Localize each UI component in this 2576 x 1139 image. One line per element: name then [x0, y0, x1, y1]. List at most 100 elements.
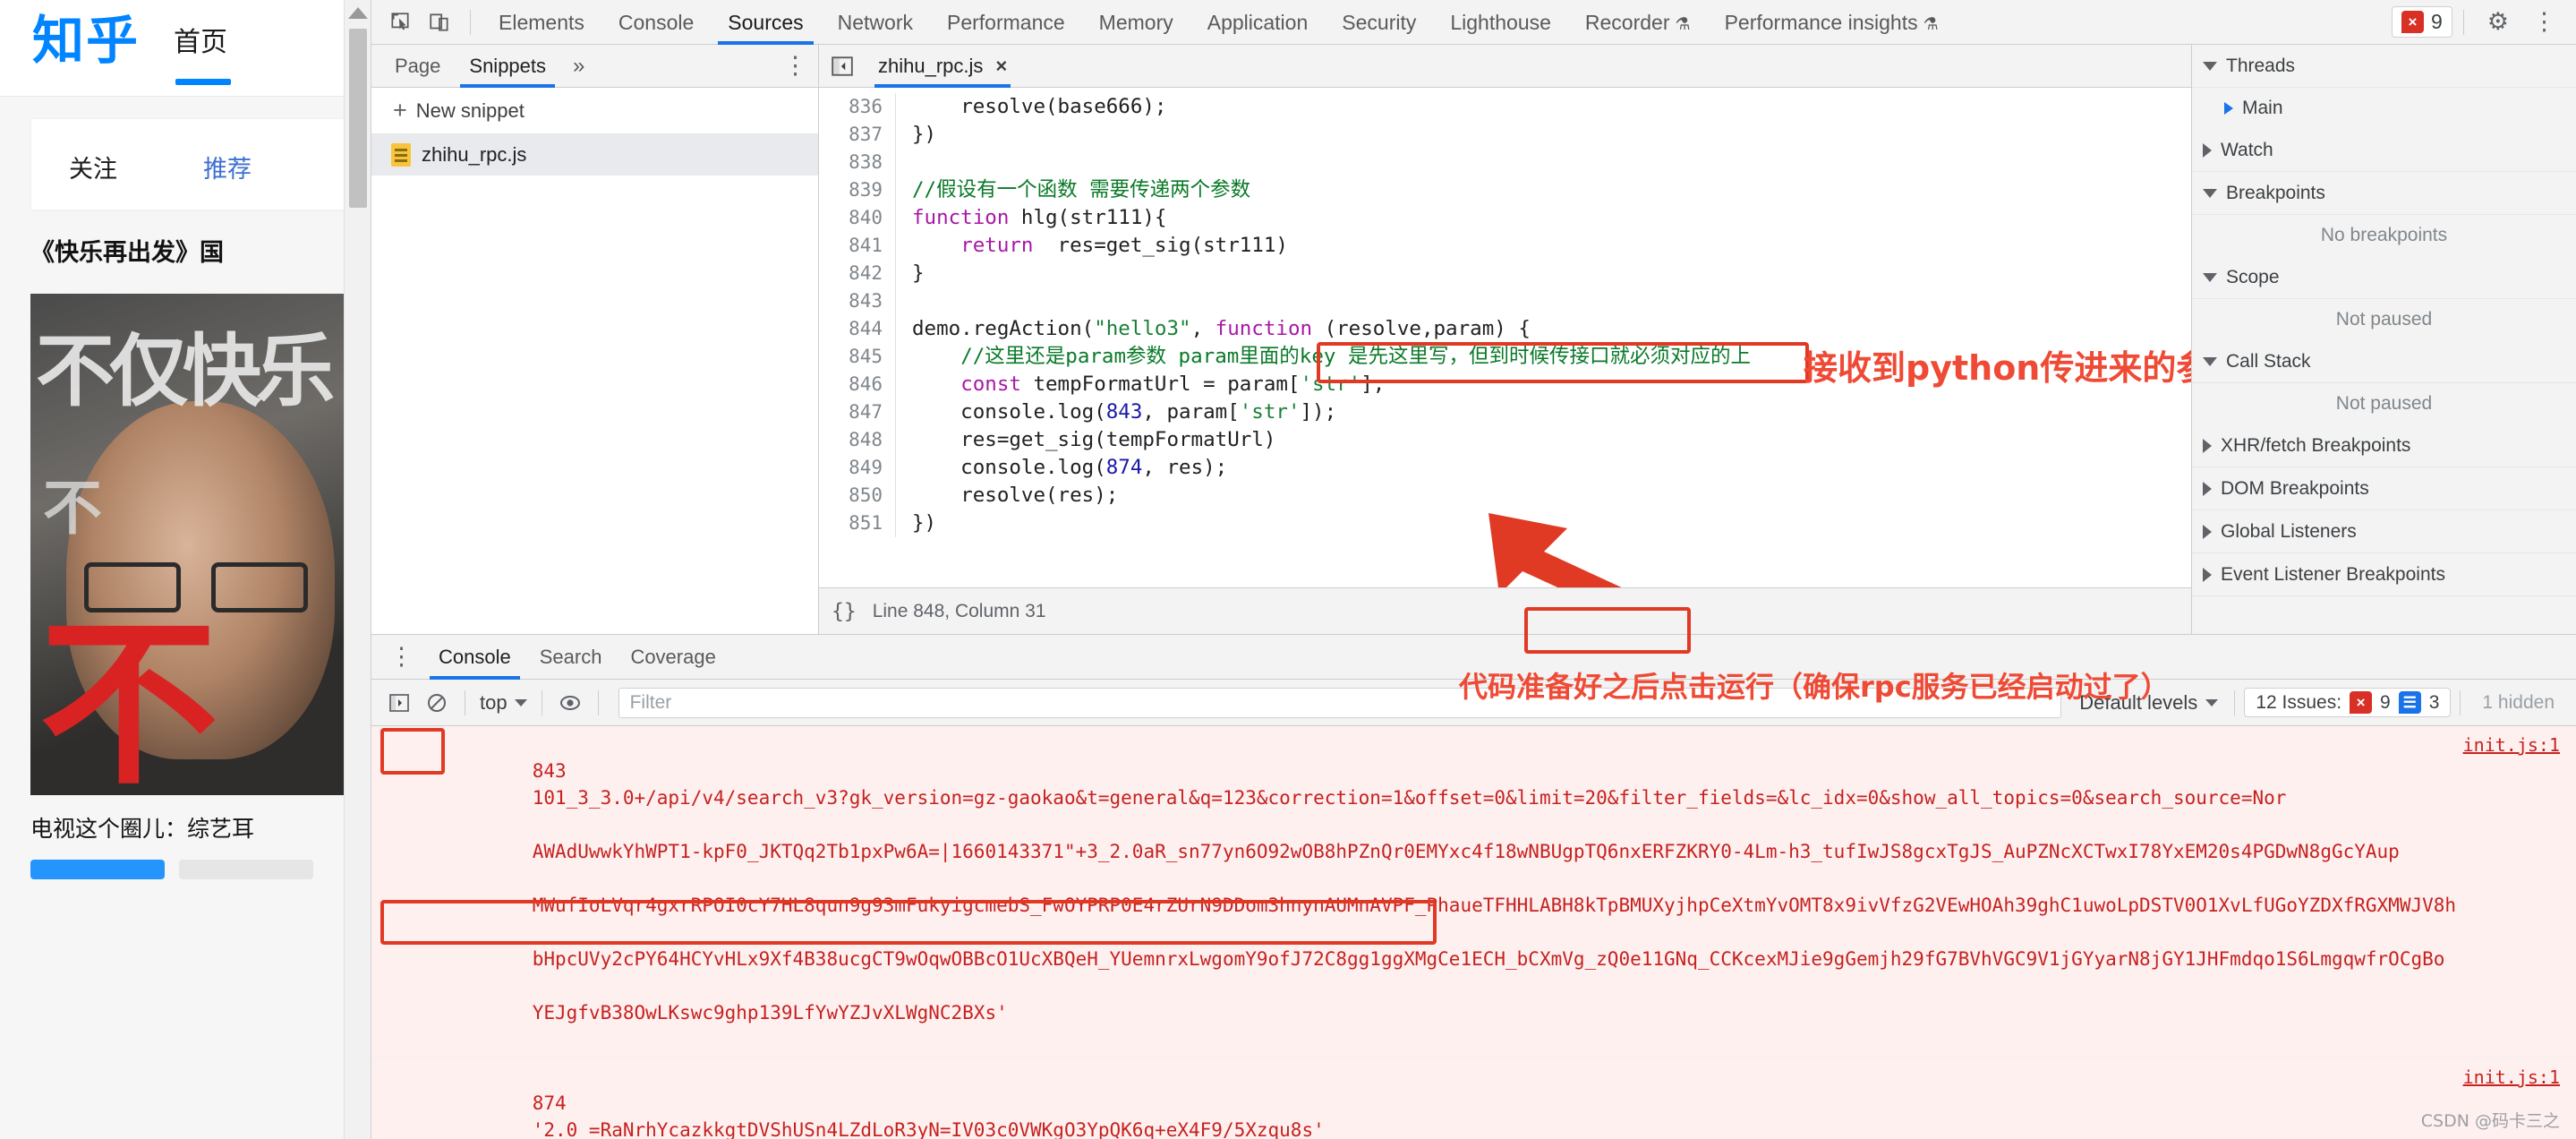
zhihu-feed-card: 关注 推荐 — [30, 118, 371, 211]
zhihu-secondary-button[interactable] — [179, 859, 313, 879]
poster-text-mid: 不 — [43, 473, 102, 543]
issues-info-count: 3 — [2428, 691, 2440, 713]
line-number: 842 — [819, 260, 896, 287]
annotation-run-hint: 代码准备好之后点击运行（确保rpc服务已经启动过了） — [1459, 670, 2170, 704]
inspect-element-icon[interactable] — [380, 4, 420, 40]
sidebar-section-dom-breakpoints[interactable]: DOM Breakpoints — [2192, 467, 2576, 510]
zhihu-tab-recommend[interactable]: 推荐 — [203, 150, 252, 184]
zhihu-feed-image[interactable]: 不仅快乐 不 不 — [30, 293, 349, 795]
console-row-843-body: 843 101_3_3.0+/api/v4/search_v3?gk_versi… — [397, 731, 2576, 1053]
sidebar-section-event-listener-breakpoints[interactable]: Event Listener Breakpoints — [2192, 553, 2576, 596]
line-number: 847 — [819, 398, 896, 426]
tab-elements[interactable]: Elements — [482, 0, 601, 45]
sidebar-section-global-listeners[interactable]: Global Listeners — [2192, 510, 2576, 553]
filter-divider-3 — [597, 689, 599, 715]
zhihu-bottom-title[interactable]: 电视这个圈儿：综艺耳 — [0, 795, 371, 844]
toolbar-divider — [470, 9, 471, 35]
console-row-874[interactable]: 874 '2.0_=RaNrhYcazkkgtDVShUSn4LZdLoR3yN… — [371, 1058, 2576, 1139]
scrollbar-thumb[interactable] — [349, 29, 367, 208]
zhihu-primary-button[interactable] — [30, 859, 165, 879]
error-count-badge[interactable]: × 9 — [2391, 6, 2452, 38]
tab-sources[interactable]: Sources — [711, 0, 820, 45]
sidebar-section-watch[interactable]: Watch — [2192, 129, 2576, 172]
tab-lighthouse[interactable]: Lighthouse — [1433, 0, 1568, 45]
clear-console-icon[interactable] — [418, 685, 456, 721]
console-message-list[interactable]: 843 101_3_3.0+/api/v4/search_v3?gk_versi… — [371, 726, 2576, 1139]
nav-tab-page[interactable]: Page — [380, 45, 455, 88]
zhihu-logo[interactable]: 知乎 — [32, 0, 140, 81]
console-context-selector[interactable]: top — [474, 691, 533, 715]
sidebar-section-threads[interactable]: Threads — [2192, 45, 2576, 88]
editor-file-tab[interactable]: zhihu_rpc.js × — [866, 45, 1019, 88]
issues-error-count: 9 — [2380, 691, 2391, 713]
sidebar-section-scope[interactable]: Scope — [2192, 256, 2576, 299]
zhihu-page: 知乎 首页 关注 推荐 《快乐再出发》国 不仅快乐 不 不 电视这个圈儿：综艺耳 — [0, 0, 371, 1139]
sidebar-section-breakpoints[interactable]: Breakpoints — [2192, 172, 2576, 215]
chevron-down-icon — [2203, 188, 2217, 198]
page-scrollbar[interactable] — [344, 0, 371, 1139]
editor-file-tab-label: zhihu_rpc.js — [878, 54, 984, 77]
tab-recorder-label: Recorder — [1584, 10, 1670, 34]
line-number: 844 — [819, 315, 896, 343]
console-row-874-source[interactable]: init.js:1 — [2463, 1064, 2560, 1091]
scroll-up-arrow-icon[interactable] — [347, 7, 368, 19]
current-thread-icon — [2224, 102, 2233, 115]
nav-overflow-icon[interactable]: » — [560, 54, 597, 79]
hidden-messages-count: 1 hidden — [2482, 691, 2555, 713]
drawer-tab-coverage[interactable]: Coverage — [616, 635, 729, 680]
drawer-tab-console[interactable]: Console — [424, 635, 525, 680]
chevron-right-icon — [2203, 567, 2212, 582]
tab-performance-insights[interactable]: Performance insights ⚗ — [1708, 0, 1956, 45]
close-icon[interactable]: × — [995, 45, 1007, 88]
pretty-print-icon[interactable]: {} — [832, 600, 857, 623]
sidebar-section-global-listeners-label: Global Listeners — [2221, 520, 2357, 542]
snippet-file-name: zhihu_rpc.js — [422, 143, 527, 166]
line-number: 848 — [819, 426, 896, 454]
poster-text-top: 不仅快乐 — [36, 324, 335, 417]
sidebar-section-scope-label: Scope — [2226, 266, 2280, 287]
error-count: 9 — [2430, 10, 2443, 33]
console-row-843-text5: YEJgfvB38OwLKswc9ghp139LfYwYZJvXLWgNC2BX… — [532, 1002, 1008, 1023]
navigator-kebab-menu-icon[interactable]: ⋮ — [772, 52, 818, 80]
show-console-sidebar-icon[interactable] — [380, 685, 418, 721]
kebab-menu-icon[interactable]: ⋮ — [2521, 8, 2567, 36]
zhihu-tab-follow[interactable]: 关注 — [69, 150, 117, 184]
gear-icon[interactable]: ⚙ — [2475, 8, 2521, 36]
tab-performance-insights-label: Performance insights — [1724, 10, 1918, 34]
tab-application[interactable]: Application — [1190, 0, 1326, 45]
cursor-position: Line 848, Column 31 — [872, 600, 1046, 621]
issues-counter[interactable]: 12 Issues: × 9 ☰ 3 — [2244, 688, 2452, 717]
new-snippet-button[interactable]: + New snippet — [371, 88, 818, 134]
line-number: 839 — [819, 176, 896, 204]
devtools-window: Elements Console Sources Network Perform… — [371, 0, 2576, 1139]
tab-console[interactable]: Console — [601, 0, 711, 45]
snippet-file-item[interactable]: zhihu_rpc.js — [371, 134, 818, 176]
line-number: 845 — [819, 343, 896, 371]
drawer-tab-search[interactable]: Search — [525, 635, 617, 680]
tab-performance[interactable]: Performance — [930, 0, 1082, 45]
tab-recorder[interactable]: Recorder ⚗ — [1568, 0, 1708, 45]
zhihu-feed-title[interactable]: 《快乐再出发》国 — [0, 211, 371, 285]
console-row-843-source[interactable]: init.js:1 — [2463, 732, 2560, 758]
line-number: 851 — [819, 510, 896, 537]
line-number: 849 — [819, 454, 896, 482]
drawer-kebab-menu-icon[interactable]: ⋮ — [379, 643, 424, 671]
call-stack-empty-state: Not paused — [2335, 393, 2433, 414]
zhihu-nav-home[interactable]: 首页 — [174, 28, 227, 57]
collapse-sidebar-icon[interactable] — [819, 45, 866, 88]
line-number: 846 — [819, 371, 896, 398]
sidebar-section-call-stack[interactable]: Call Stack — [2192, 340, 2576, 383]
sidebar-section-xhr-breakpoints[interactable]: XHR/fetch Breakpoints — [2192, 424, 2576, 467]
live-expression-icon[interactable] — [551, 685, 589, 721]
tab-network[interactable]: Network — [821, 0, 930, 45]
console-row-843[interactable]: 843 101_3_3.0+/api/v4/search_v3?gk_versi… — [371, 726, 2576, 1058]
tab-memory[interactable]: Memory — [1082, 0, 1190, 45]
sidebar-item-main-thread[interactable]: Main — [2192, 88, 2576, 129]
flask-icon: ⚗ — [1675, 14, 1691, 34]
filter-divider-5 — [2460, 689, 2461, 715]
sidebar-section-event-listener-breakpoints-label: Event Listener Breakpoints — [2221, 563, 2445, 585]
nav-tab-snippets[interactable]: Snippets — [455, 45, 560, 88]
console-row-843-text: 101_3_3.0+/api/v4/search_v3?gk_version=g… — [532, 787, 2287, 809]
device-toolbar-icon[interactable] — [420, 4, 459, 40]
tab-security[interactable]: Security — [1325, 0, 1433, 45]
